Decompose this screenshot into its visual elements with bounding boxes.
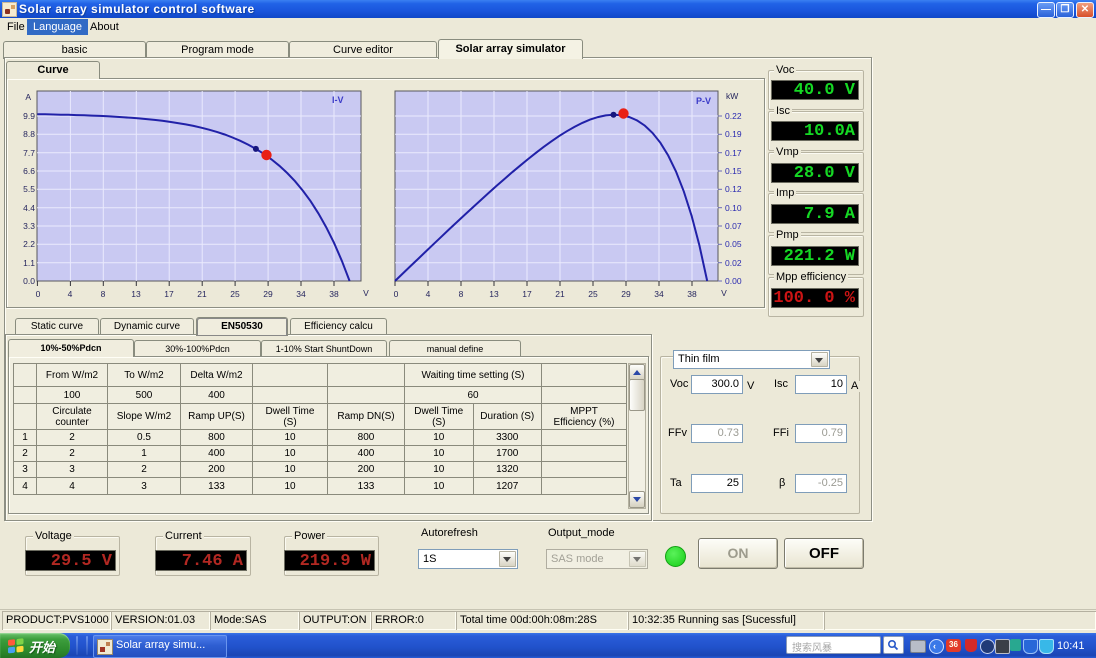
svg-text:V: V (721, 288, 727, 298)
svg-text:8: 8 (459, 289, 464, 299)
svg-text:29: 29 (263, 289, 273, 299)
svg-text:4: 4 (68, 289, 73, 299)
svg-text:0.07: 0.07 (725, 221, 742, 231)
svg-text:0: 0 (394, 289, 399, 299)
svg-text:25: 25 (588, 289, 598, 299)
svg-text:17: 17 (164, 289, 174, 299)
svg-text:6.6: 6.6 (23, 166, 35, 176)
svg-text:8: 8 (101, 289, 106, 299)
svg-text:7.7: 7.7 (23, 148, 35, 158)
svg-text:4: 4 (426, 289, 431, 299)
svg-text:4.4: 4.4 (23, 203, 35, 213)
svg-text:0.05: 0.05 (725, 239, 742, 249)
svg-text:38: 38 (329, 289, 339, 299)
svg-text:0.15: 0.15 (725, 166, 742, 176)
svg-text:kW: kW (726, 91, 738, 101)
svg-text:38: 38 (687, 289, 697, 299)
svg-text:17: 17 (522, 289, 532, 299)
svg-text:34: 34 (296, 289, 306, 299)
svg-text:8.8: 8.8 (23, 129, 35, 139)
svg-text:13: 13 (489, 289, 499, 299)
svg-text:21: 21 (197, 289, 207, 299)
svg-text:V: V (363, 288, 369, 298)
svg-text:0.17: 0.17 (725, 148, 742, 158)
svg-text:2.2: 2.2 (23, 239, 35, 249)
svg-text:0.19: 0.19 (725, 129, 742, 139)
svg-text:13: 13 (131, 289, 141, 299)
svg-text:0.02: 0.02 (725, 258, 742, 268)
svg-text:3.3: 3.3 (23, 221, 35, 231)
svg-text:0.0: 0.0 (23, 276, 35, 286)
svg-text:0.12: 0.12 (725, 184, 742, 194)
svg-text:I-V: I-V (332, 95, 344, 105)
svg-text:34: 34 (654, 289, 664, 299)
svg-text:29: 29 (621, 289, 631, 299)
svg-text:A: A (25, 92, 31, 102)
svg-text:0.22: 0.22 (725, 111, 742, 121)
svg-text:21: 21 (555, 289, 565, 299)
svg-text:P-V: P-V (696, 96, 711, 106)
svg-text:9.9: 9.9 (23, 111, 35, 121)
svg-text:1.1: 1.1 (23, 258, 35, 268)
svg-text:0.10: 0.10 (725, 203, 742, 213)
svg-text:0.00: 0.00 (725, 276, 742, 286)
svg-text:25: 25 (230, 289, 240, 299)
svg-text:5.5: 5.5 (23, 184, 35, 194)
svg-text:0: 0 (36, 289, 41, 299)
